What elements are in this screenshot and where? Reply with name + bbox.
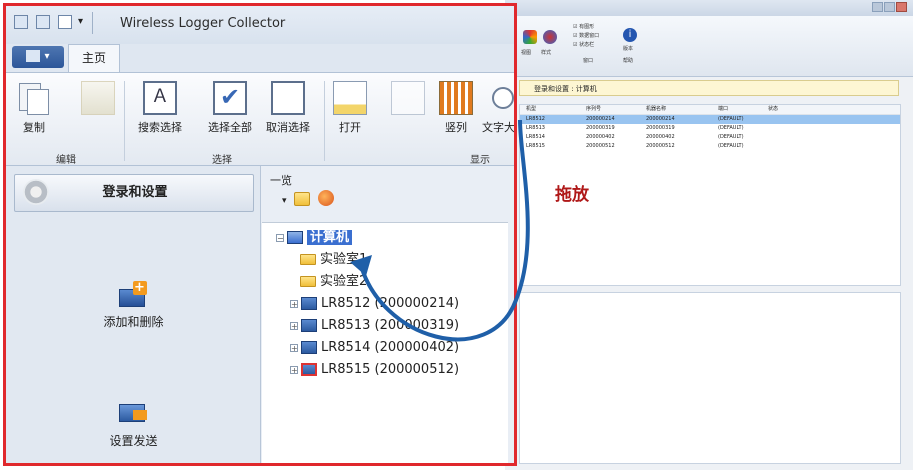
drag-arrow: [350, 119, 530, 342]
drag-arrow-path: [358, 119, 530, 342]
drag-arrow-head: [350, 255, 372, 276]
